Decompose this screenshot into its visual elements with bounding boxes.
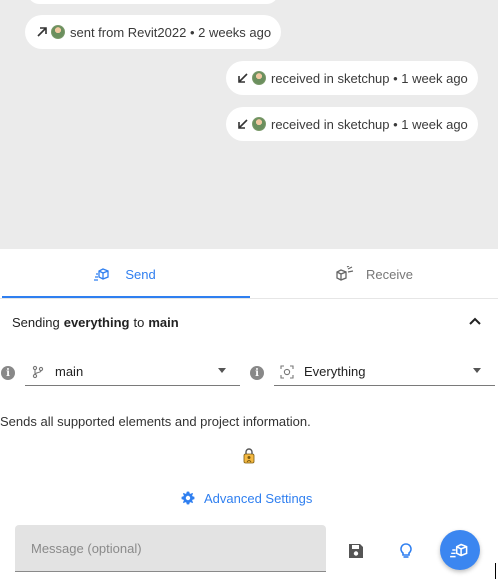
tab-send-label: Send: [125, 266, 156, 282]
activity-text: received in sketchup • 1 week ago: [271, 116, 468, 132]
avatar: [51, 25, 65, 39]
activity-chip-received: received in sketchup • 1 week ago: [226, 107, 478, 141]
activity-text: received in sketchup • 1 week ago: [271, 70, 468, 86]
branch-info-icon[interactable]: i: [1, 366, 15, 380]
tips-button[interactable]: [395, 540, 417, 562]
filter-description: Sends all supported elements and project…: [0, 414, 311, 429]
avatar: [252, 71, 266, 85]
active-tab-indicator: [2, 296, 250, 298]
summary-filter: everything: [63, 314, 130, 330]
arrow-down-left-icon: [238, 119, 248, 129]
tab-send[interactable]: Send: [0, 249, 249, 299]
save-button[interactable]: [345, 540, 367, 562]
activity-timeline: sent from Revit2022 • 2 weeks ago receiv…: [0, 0, 498, 249]
text-cursor: [495, 563, 496, 579]
summary-connector: to: [133, 314, 145, 330]
receive-cube-icon: [336, 266, 354, 281]
chevron-up-icon[interactable]: [468, 314, 482, 328]
branch-select-value: main: [55, 364, 84, 379]
filter-info-icon[interactable]: i: [250, 366, 264, 380]
branch-icon: [32, 365, 44, 378]
lightbulb-icon: [400, 543, 412, 558]
activity-chip-received: received in sketchup • 1 week ago: [226, 61, 478, 95]
advanced-settings-link[interactable]: Advanced Settings: [180, 488, 312, 508]
activity-chip-sent: sent from Revit2022 • 2 weeks ago: [25, 15, 282, 49]
send-cube-icon: [94, 268, 109, 281]
gear-icon: [181, 491, 195, 505]
send-button[interactable]: [440, 530, 480, 570]
avatar: [252, 117, 266, 131]
send-summary[interactable]: Sending everything to main: [0, 300, 498, 344]
arrow-down-left-icon: [238, 73, 248, 83]
save-icon: [349, 544, 363, 558]
summary-prefix: Sending: [12, 314, 60, 330]
arrow-up-right-icon: [37, 27, 47, 37]
tab-receive-label: Receive: [366, 266, 413, 282]
tab-receive[interactable]: Receive: [249, 249, 498, 299]
mode-tabs: Send Receive: [0, 249, 498, 299]
filter-select[interactable]: Everything: [274, 358, 495, 386]
summary-branch: main: [148, 314, 179, 330]
commit-message-input[interactable]: [15, 525, 326, 572]
chevron-down-icon: [473, 368, 481, 373]
person-lock-icon: [243, 448, 255, 464]
activity-text: sent from Revit2022 • 2 weeks ago: [70, 24, 272, 40]
select-all-icon: [280, 364, 294, 379]
send-cube-icon: [450, 543, 468, 558]
advanced-settings-label: Advanced Settings: [204, 490, 313, 506]
branch-select[interactable]: main: [25, 358, 240, 386]
filter-select-value: Everything: [304, 364, 366, 379]
activity-chip-partial: [28, 0, 278, 4]
chevron-down-icon: [218, 368, 226, 373]
